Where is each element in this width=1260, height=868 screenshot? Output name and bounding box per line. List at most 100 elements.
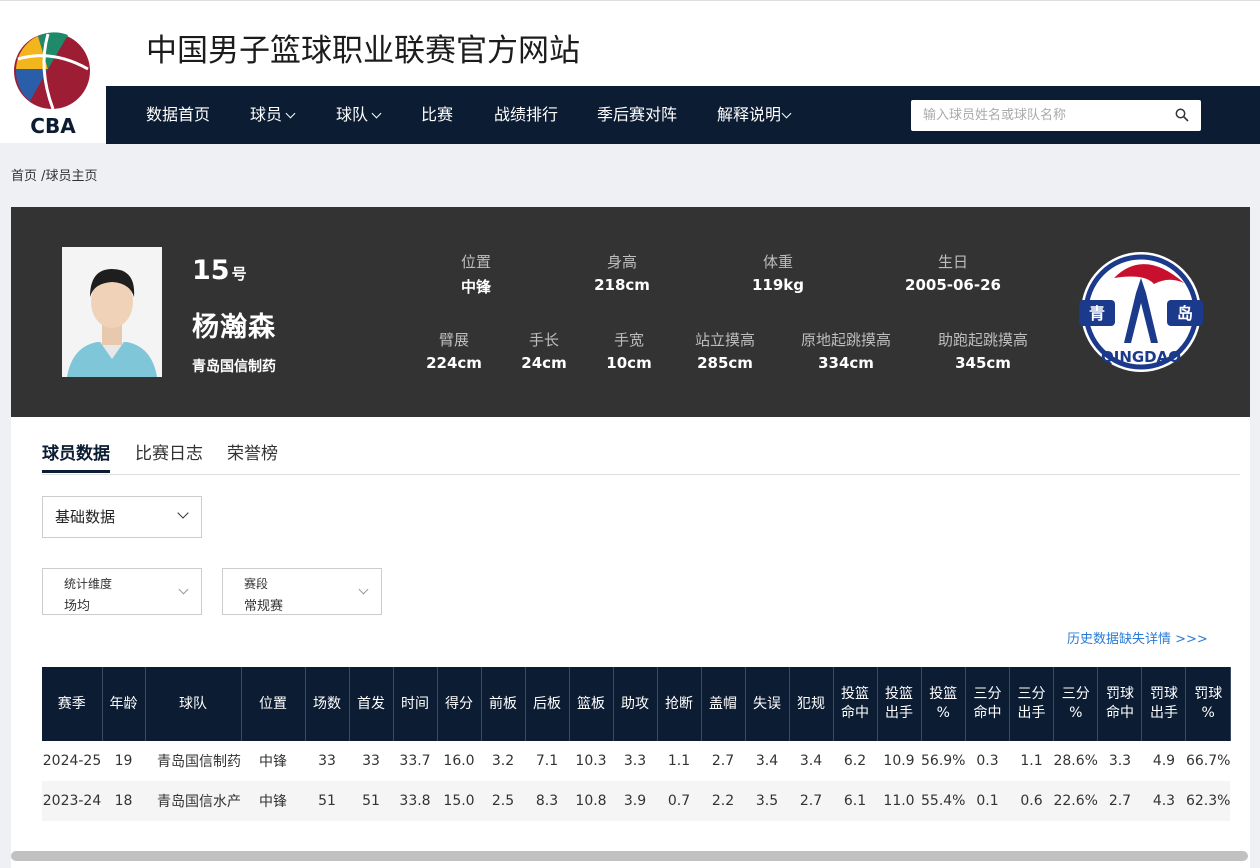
table-cell: 28.6% [1053,741,1098,781]
table-cell: 11.0 [877,781,921,821]
column-header[interactable]: 后板 [525,667,570,741]
table-header-row: 赛季 年龄 球队 位置 场数 首发 时间 得分 前板 后板 篮板 助攻 抢断 盖帽 失误 犯规 投篮 命中 投篮 … [42,667,1231,741]
column-header[interactable]: 三分 出手 [1009,667,1054,741]
nav-players[interactable]: 球员 [250,86,296,144]
table-cell: 8.3 [525,781,569,821]
table-cell: 16.0 [437,741,481,781]
column-header[interactable]: 助攻 [613,667,658,741]
chevron-down-icon [781,108,792,119]
column-header[interactable]: 位置 [241,667,306,741]
search-box [911,100,1201,131]
table-cell: 2024-25 [42,741,102,781]
tab-bar: 球员数据 比赛日志 荣誉榜 [42,417,1240,475]
column-header[interactable]: 球队 [145,667,242,741]
stat-height: 身高 218cm [594,253,650,294]
svg-text:QINGDAO: QINGDAO [1101,348,1181,366]
table-cell: 2.7 [701,741,745,781]
table-cell: 10.9 [877,741,921,781]
dimension-select[interactable]: 统计维度 场均 [42,568,202,615]
search-input[interactable] [911,100,1161,131]
column-header[interactable]: 场数 [305,667,350,741]
table-cell: 2.7 [789,781,833,821]
sort-indicator [65,659,81,667]
nav-explanations[interactable]: 解释说明 [717,86,792,144]
svg-text:岛: 岛 [1177,304,1193,323]
table-cell: 2023-24 [42,781,102,821]
column-header[interactable]: 首发 [349,667,394,741]
stat-running-vertical: 助跑起跳摸高 345cm [937,331,1029,372]
column-header[interactable]: 篮板 [569,667,614,741]
jersey-number: 15 号 [192,255,247,286]
table-cell: 33 [349,741,393,781]
stat-weight: 体重 119kg [751,253,805,294]
table-cell: 62.3% [1185,781,1231,821]
player-data-panel: 球员数据 比赛日志 荣誉榜 基础数据 统计维度 场均 赛段 常规赛 历史数据缺失… [11,417,1250,868]
site-title: 中国男子篮球职业联赛官方网站 [146,33,580,69]
nav-standings[interactable]: 战绩排行 [494,86,558,144]
nav-data-home[interactable]: 数据首页 [146,86,210,144]
table-cell: 19 [102,741,145,781]
column-header[interactable]: 三分 命中 [965,667,1010,741]
table-cell[interactable]: 青岛国信水产 [145,781,241,821]
column-header[interactable]: 盖帽 [701,667,746,741]
history-data-link[interactable]: 历史数据缺失详情 >>> [1067,628,1208,647]
tab-honors[interactable]: 荣誉榜 [227,439,278,464]
column-header[interactable]: 赛季 [42,667,103,741]
column-header[interactable]: 前板 [481,667,526,741]
horizontal-scrollbar[interactable] [11,851,1248,861]
column-header[interactable]: 抢断 [657,667,702,741]
table-cell: 55.4% [921,781,966,821]
table-cell: 7.1 [525,741,569,781]
table-cell: 3.5 [745,781,789,821]
column-header[interactable]: 投篮 % [921,667,966,741]
stat-standing-reach: 站立摸高 285cm [694,331,756,372]
tab-game-log[interactable]: 比赛日志 [135,439,203,464]
table-cell: 6.2 [833,741,877,781]
search-icon[interactable] [1175,108,1189,122]
column-header[interactable]: 三分 % [1053,667,1099,741]
breadcrumb[interactable]: 首页 /球员主页 [11,165,98,184]
nav-teams[interactable]: 球队 [336,86,382,144]
table-cell: 0.3 [965,741,1010,781]
nav-games[interactable]: 比赛 [421,86,453,144]
player-name: 杨瀚森 [192,312,276,343]
table-cell: 51 [305,781,349,821]
tab-player-data[interactable]: 球员数据 [42,439,110,473]
nav-playoffs[interactable]: 季后赛对阵 [597,86,677,144]
stat-wingspan: 臂展 224cm [426,331,482,372]
table-cell: 10.8 [569,781,613,821]
stats-table: 赛季 年龄 球队 位置 场数 首发 时间 得分 前板 后板 篮板 助攻 抢断 盖帽 失误 犯规 投篮 命中 投篮 … [42,667,1231,821]
table-cell: 3.4 [789,741,833,781]
table-cell: 66.7% [1185,741,1231,781]
column-header[interactable]: 失误 [745,667,790,741]
stat-birthday: 生日 2005-06-26 [905,253,1001,294]
chevron-down-icon [177,507,189,519]
site-header: CBA 中国男子篮球职业联赛官方网站 数据首页 球员 球队 比赛 战绩排行 季后… [0,0,1260,144]
column-header[interactable]: 罚球 出手 [1141,667,1187,741]
column-header[interactable]: 投篮 出手 [877,667,922,741]
player-team[interactable]: 青岛国信制药 [192,356,276,376]
table-cell: 33 [305,741,349,781]
cba-logo[interactable]: CBA [8,29,98,137]
column-header[interactable]: 投篮 命中 [833,667,878,741]
stat-position: 位置 中锋 [460,253,492,296]
column-header[interactable]: 罚球 % [1185,667,1231,741]
column-header[interactable]: 年龄 [102,667,146,741]
stage-select[interactable]: 赛段 常规赛 [222,568,382,615]
main-nav: 数据首页 球员 球队 比赛 战绩排行 季后赛对阵 解释说明 [106,86,1260,144]
table-cell: 3.3 [613,741,657,781]
data-type-select[interactable]: 基础数据 [42,496,202,538]
table-cell: 15.0 [437,781,481,821]
table-cell: 2.7 [1097,781,1142,821]
qingdao-team-logo[interactable]: 青 岛 QINGDAO [1074,248,1208,374]
table-cell: 2.5 [481,781,525,821]
column-header[interactable]: 罚球 命中 [1097,667,1143,741]
table-cell: 0.6 [1009,781,1054,821]
column-header[interactable]: 得分 [437,667,482,741]
column-header[interactable]: 犯规 [789,667,834,741]
table-cell: 18 [102,781,145,821]
table-cell: 10.3 [569,741,613,781]
column-header[interactable]: 时间 [393,667,438,741]
table-cell: 中锋 [241,741,305,781]
table-cell[interactable]: 青岛国信制药 [145,741,241,781]
